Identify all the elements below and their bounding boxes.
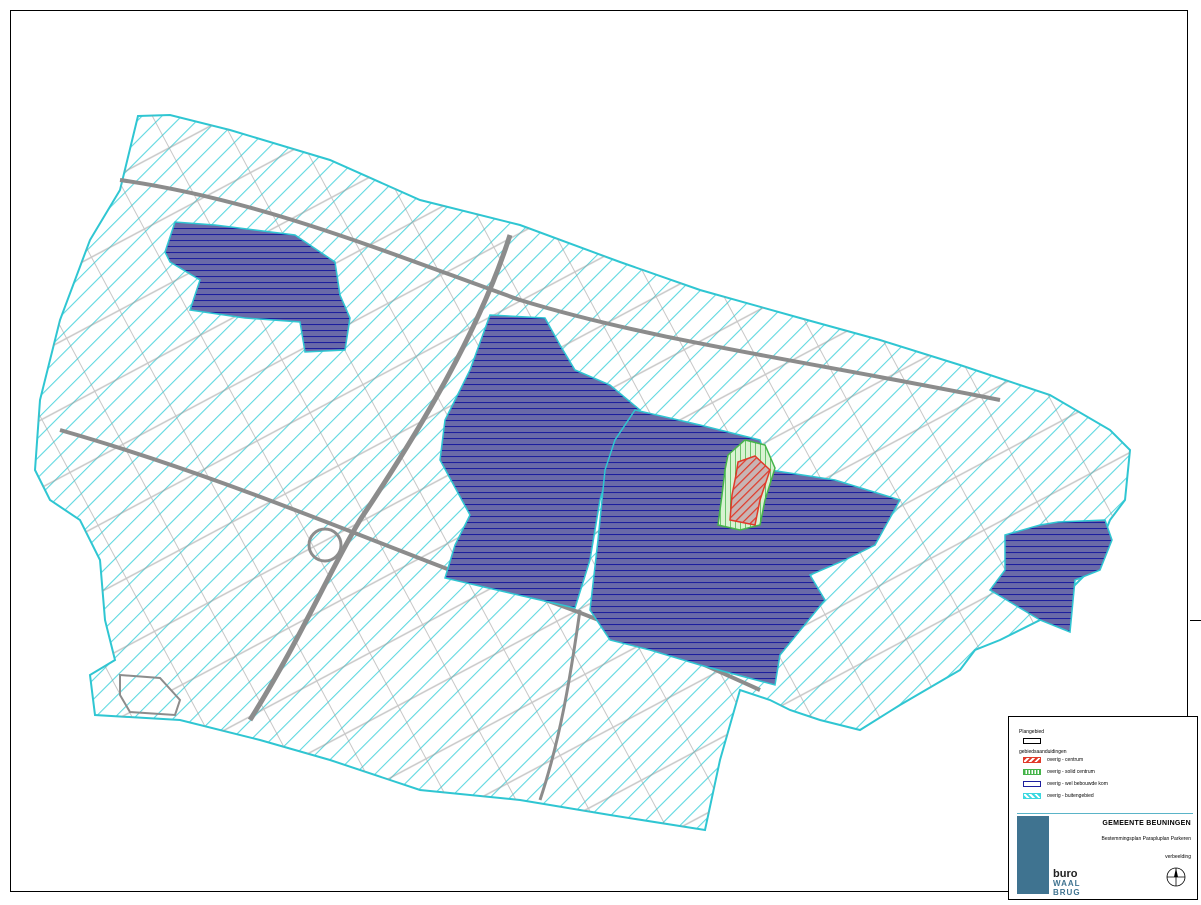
plan-boundary-swatch	[1023, 738, 1041, 744]
legend-item: overig - solid centrum	[1023, 769, 1095, 775]
legend-item: overig - centrum	[1023, 757, 1083, 763]
legend-section: gebiedsaanduidingen	[1019, 749, 1067, 755]
edge-marker	[1190, 620, 1201, 621]
north-arrow-icon	[1166, 867, 1186, 887]
legend-panel: Plangebied gebiedsaanduidingen overig - …	[1008, 716, 1198, 900]
firm-name: buro WAAL BRUG	[1053, 868, 1081, 898]
municipality-name: GEMEENTE BEUNINGEN	[1102, 820, 1191, 827]
plan-name: Bestemmingsplan Parapluplan Parkeren	[1101, 836, 1192, 842]
legend-item: overig - buitengebied	[1023, 793, 1094, 799]
title-block: GEMEENTE BEUNINGEN Bestemmingsplan Parap…	[1017, 813, 1193, 898]
legend-item: overig - wel bebouwde kom	[1023, 781, 1108, 787]
plan-status: verbeelding	[1165, 854, 1191, 860]
legend-title: Plangebied	[1019, 729, 1045, 735]
firm-logo	[1017, 816, 1049, 894]
